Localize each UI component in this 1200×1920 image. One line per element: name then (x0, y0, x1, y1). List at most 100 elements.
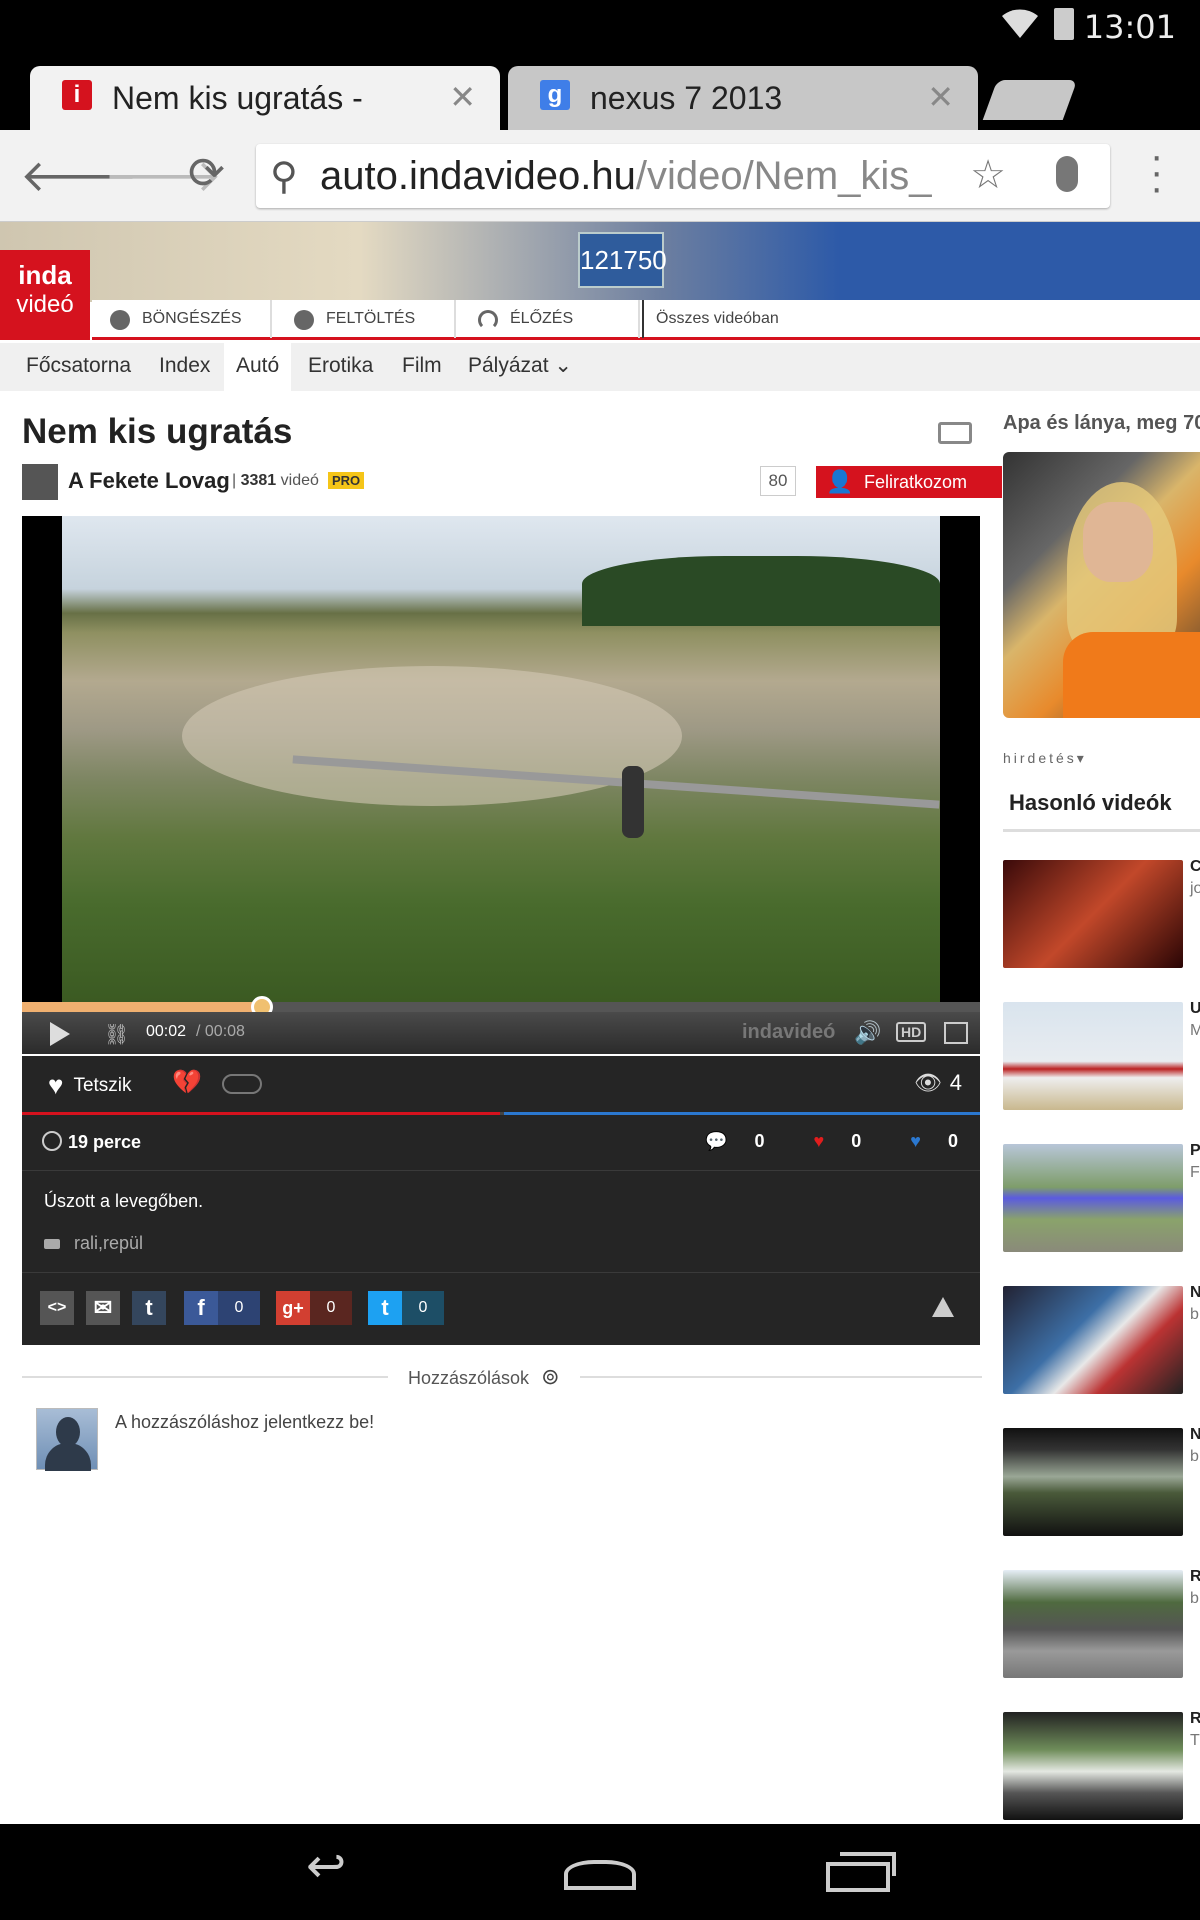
similar-videos-title: Hasonló videók (1003, 790, 1200, 832)
tumblr-button[interactable]: t (132, 1291, 166, 1325)
similar-video-title[interactable]: R (1190, 1710, 1200, 1728)
clock: 13:01 (1083, 8, 1176, 46)
progress-fill (22, 1002, 262, 1012)
wifi-icon (1002, 9, 1038, 39)
play-icon[interactable] (50, 1022, 70, 1046)
report-warning-icon[interactable] (932, 1297, 954, 1317)
similar-video-thumb[interactable] (1003, 1144, 1183, 1252)
logo-line2: videó (16, 291, 74, 318)
similar-video-title[interactable]: P (1190, 1142, 1200, 1160)
similar-video-title[interactable]: U (1190, 1000, 1200, 1018)
indavideo-logo[interactable]: inda videó (0, 250, 90, 340)
featured-video-thumbnail[interactable] (1003, 452, 1200, 718)
video-player[interactable]: ⛓ 00:02 / 00:08 indavideó 🔊 HD (22, 516, 980, 1054)
android-nav-bar: ↩ (0, 1824, 1200, 1920)
tab-active[interactable]: i Nem kis ugratás - ✕ (30, 66, 500, 130)
subscribe-button[interactable]: 👤 Feliratkozom (816, 466, 1002, 498)
player-controls: ⛓ 00:02 / 00:08 indavideó 🔊 HD (22, 1012, 980, 1054)
googleplus-share-button[interactable]: g+ 0 (276, 1291, 352, 1325)
add-user-icon: 👤 (826, 469, 854, 494)
similar-video-title[interactable]: N (1190, 1284, 1200, 1302)
url-text[interactable]: auto.indavideo.hu/video/Nem_kis_ (320, 154, 1000, 199)
progress-bar[interactable] (22, 996, 980, 1018)
email-button[interactable]: ✉ (86, 1291, 120, 1325)
reload-icon[interactable]: ⟳ (188, 148, 225, 199)
share-out-icon[interactable] (938, 422, 972, 444)
similar-video-title[interactable]: N (1190, 1426, 1200, 1444)
comment-login-prompt[interactable]: A hozzászóláshoz jelentkezz be! (115, 1412, 374, 1433)
facebook-share-toggle[interactable] (222, 1074, 262, 1094)
similar-video-thumb[interactable] (1003, 1712, 1183, 1820)
avatar-body (45, 1443, 91, 1471)
category-palyazat[interactable]: Pályázat ⌄ (456, 343, 584, 391)
bookmark-star-icon[interactable]: ☆ (970, 152, 1006, 198)
nav-browse[interactable]: BÖNGÉSZÉS (92, 300, 272, 338)
url-path: /video/Nem_kis_ (635, 154, 932, 198)
similar-video-title[interactable]: R (1190, 1568, 1200, 1586)
nav-live[interactable]: ÉLŐZÉS (460, 300, 640, 338)
site-search-input[interactable]: Összes videóban (642, 300, 779, 338)
similar-video-meta: T (1190, 1732, 1200, 1749)
hd-toggle[interactable]: HD (896, 1022, 927, 1042)
current-time: 00:02 (146, 1023, 187, 1040)
twitter-share-button[interactable]: t0 (368, 1291, 444, 1325)
microphone-icon[interactable] (1056, 156, 1078, 192)
url-host: auto.indavideo.hu (320, 154, 636, 198)
ad-label[interactable]: hirdetés▾ (1003, 750, 1087, 767)
category-auto[interactable]: Autó (224, 343, 292, 391)
broken-heart-icon[interactable]: 💔 (172, 1068, 202, 1097)
similar-video-thumb[interactable] (1003, 1428, 1183, 1536)
new-tab-button[interactable] (982, 80, 1078, 120)
category-index[interactable]: Index (147, 343, 222, 391)
eye-icon: 👁 (913, 1070, 942, 1095)
googleplus-share-count: 0 (310, 1291, 352, 1325)
like-button[interactable]: ♥ Tetszik (48, 1070, 132, 1101)
upload-icon (294, 310, 314, 330)
nav-live-label: ÉLŐZÉS (510, 310, 574, 327)
back-icon[interactable]: ↩ (306, 1838, 376, 1893)
video-tags-text[interactable]: rali,repül (74, 1233, 143, 1253)
video-title: Nem kis ugratás (22, 412, 293, 451)
recents-icon[interactable] (826, 1862, 890, 1892)
volume-icon[interactable]: 🔊 (854, 1020, 881, 1046)
view-count: 👁 4 (914, 1070, 962, 1096)
comments-heading: Hozzászólások ⊚ (388, 1364, 580, 1390)
channel-avatar[interactable] (22, 464, 58, 500)
close-tab-icon[interactable]: ✕ (927, 78, 954, 116)
fullscreen-icon[interactable] (944, 1022, 968, 1044)
channel-name[interactable]: A Fekete Lovag (68, 468, 230, 494)
category-focsatorna[interactable]: Főcsatorna (14, 343, 143, 391)
blue-heart-count: ♥ 0 (888, 1131, 958, 1151)
similar-video-thumb[interactable] (1003, 1570, 1183, 1678)
comments-title: Hozzászólások (408, 1368, 530, 1388)
googleplus-icon: g+ (276, 1291, 310, 1325)
similar-video-title[interactable]: C (1190, 858, 1200, 876)
featured-video-title[interactable]: Apa és lánya, meg 70 (1003, 412, 1200, 435)
similar-video-thumb[interactable] (1003, 860, 1183, 968)
video-count-number: 3381 (240, 472, 277, 489)
overflow-menu-icon[interactable]: · · · (1150, 136, 1163, 208)
info-row: 19 perce 💬 0 ♥ 0 ♥ 0 (22, 1115, 980, 1171)
similar-video-meta: jo (1190, 880, 1200, 897)
nav-upload[interactable]: FELTÖLTÉS (276, 300, 456, 338)
address-bar[interactable]: ⚲ auto.indavideo.hu/video/Nem_kis_ ☆ (256, 144, 1110, 208)
embed-icon: <> (40, 1291, 74, 1325)
blue-heart-count-value: 0 (947, 1131, 958, 1151)
facebook-share-button[interactable]: f0 (184, 1291, 260, 1325)
video-frame[interactable] (62, 516, 940, 1002)
category-nav: Főcsatorna Index Autó Erotika Film Pályá… (0, 343, 1200, 391)
close-tab-icon[interactable]: ✕ (449, 78, 476, 116)
embed-button[interactable]: <> (40, 1291, 74, 1325)
similar-video-thumb[interactable] (1003, 1286, 1183, 1394)
home-icon[interactable] (564, 1860, 636, 1890)
tab-inactive[interactable]: g nexus 7 2013 ✕ (508, 66, 978, 130)
link-icon[interactable]: ⛓ (104, 1022, 129, 1047)
rss-icon[interactable]: ⊚ (541, 1364, 559, 1389)
facebook-share-count: 0 (218, 1291, 260, 1325)
category-film[interactable]: Film (390, 343, 454, 391)
similar-video-thumb[interactable] (1003, 1002, 1183, 1110)
red-heart-icon: ♥ (813, 1131, 825, 1151)
category-erotika[interactable]: Erotika (296, 343, 385, 391)
upload-time: 19 perce (42, 1131, 141, 1153)
upload-arrow-icon (42, 1131, 62, 1151)
